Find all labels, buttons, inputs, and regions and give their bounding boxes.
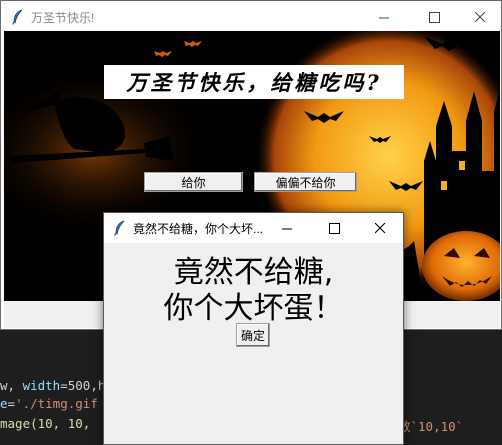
dialog-minimize-button[interactable]	[264, 213, 310, 243]
minimize-icon	[378, 17, 389, 18]
dialog-close-button[interactable]	[357, 213, 403, 243]
code-line-3-comment: 数`10,10`	[398, 419, 464, 434]
dialog-titlebar[interactable]: 竟然不给糖，你个大坏...	[104, 213, 403, 243]
dialog-message-line2: 你个大坏蛋！	[163, 291, 344, 326]
main-window-title: 万圣节快乐!	[31, 11, 95, 25]
give-candy-button[interactable]: 给你	[144, 172, 243, 192]
close-icon	[374, 222, 385, 233]
maximize-button[interactable]	[411, 1, 457, 33]
dialog-maximize-button[interactable]	[311, 213, 357, 243]
feather-icon	[12, 9, 23, 25]
main-titlebar[interactable]: 万圣节快乐!	[1, 1, 501, 33]
close-button[interactable]	[457, 1, 502, 33]
code-line-3: mage(10, 10,	[0, 416, 98, 431]
code-line-2: e='./timg.gif	[0, 396, 98, 411]
message-dialog: 竟然不给糖，你个大坏... 竟然不给糖, 你个大坏蛋！ 确定	[103, 212, 404, 445]
ok-button[interactable]: 确定	[236, 323, 270, 347]
minimize-button[interactable]	[361, 1, 407, 33]
maximize-icon	[328, 222, 340, 234]
maximize-icon	[428, 11, 440, 23]
banner-question: 万圣节快乐，给糖吃吗?	[104, 65, 404, 99]
minimize-icon	[281, 228, 292, 229]
close-icon	[474, 11, 485, 22]
feather-icon	[114, 220, 125, 236]
dialog-title: 竟然不给糖，你个大坏...	[133, 222, 264, 236]
refuse-candy-button[interactable]: 偏偏不给你	[254, 172, 357, 192]
code-line-1: w, width=500,he	[0, 378, 113, 393]
